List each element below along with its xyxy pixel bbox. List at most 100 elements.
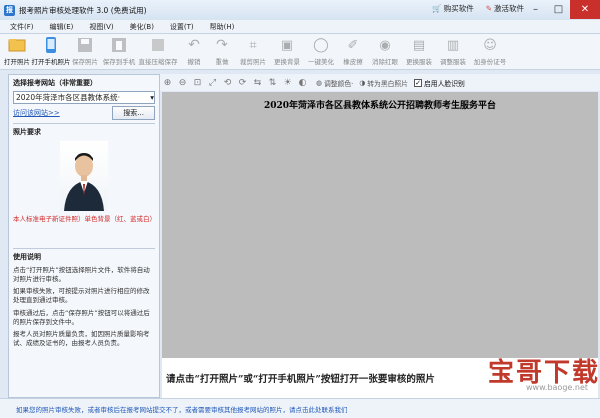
flip-vertical-icon[interactable]: ⇅ [265, 75, 280, 90]
change-background-icon: ▣ [280, 37, 294, 53]
image-toolbar: ⊕ ⊖ ⊡ ⤢ ⟲ ⟳ ⇆ ⇅ ☀ ◐ ◍ 调整颜色· ◑ 转为黑白照片 ✓ 启用人脸… [160, 74, 600, 91]
close-button[interactable]: ✕ [570, 0, 600, 19]
eraser-icon: ✐ [347, 37, 359, 53]
menu-settings[interactable]: 设置(T) [170, 22, 194, 32]
menu-bar: 文件(F) 编辑(E) 视图(V) 美化(B) 设置(T) 帮助(H) [0, 20, 600, 34]
cart-icon: 🛒 [432, 4, 442, 13]
buy-label: 购买软件 [443, 4, 474, 13]
crop-photo-label: 裁剪照片 [240, 58, 266, 66]
site-select-value: 2020年菏泽市各区县教体系统· [16, 93, 120, 102]
save-to-phone-button[interactable]: 保存到手机 [102, 34, 136, 69]
toolbar: 打开照片 打开手机照片 保存照片 保存到手机 直接压缩保存 ↶ 撤销 ↷ 重做 ⌗ 裁… [0, 34, 600, 70]
bw-icon: ◑ [359, 78, 366, 87]
adjust-clothes-label: 调整服装 [440, 58, 466, 66]
menu-help[interactable]: 帮助(H) [210, 22, 235, 32]
face-detect-label: 启用人脸识别 [424, 79, 465, 88]
menu-view[interactable]: 视图(V) [89, 22, 113, 32]
chevron-down-icon: ▾ [150, 93, 154, 102]
open-photo-button[interactable]: 打开照片 [0, 34, 34, 69]
change-clothes-button[interactable]: ▤ 更换服装 [402, 34, 436, 69]
divider [13, 123, 155, 124]
menu-edit[interactable]: 编辑(E) [50, 22, 74, 32]
photo-requirement-note: 本人标准电子新证件照）单色背景（红、蓝或白） [13, 215, 156, 223]
usage-heading: 使用说明 [13, 252, 41, 261]
buy-button[interactable]: 🛒 购买软件 [432, 3, 473, 14]
site-heading: 选择报考网站（非常重要） [13, 79, 97, 87]
left-panel: 选择报考网站（非常重要） 2020年菏泽市各区县教体系统· ▾ 访问该网站>> 搜… [8, 74, 160, 398]
maximize-button[interactable]: □ [547, 0, 570, 19]
checkbox-check-icon: ✓ [414, 78, 423, 87]
add-id-button[interactable]: ☺ 加身份证号 [470, 34, 510, 69]
search-button[interactable]: 搜索... [112, 106, 155, 120]
red-eye-button[interactable]: ◉ 消除红眼 [368, 34, 402, 69]
site-select[interactable]: 2020年菏泽市各区县教体系统· ▾ [13, 91, 155, 104]
usage-text: 审核通过后，点击“保存照片”按钮可以将通过后的照片保存到文件中。 [13, 308, 150, 326]
face-detect-checkbox[interactable]: ✓ 启用人脸识别 [414, 78, 465, 88]
save-photo-label: 保存照片 [72, 58, 98, 66]
title-bar: 报 报考照片审核处理软件 3.0 (免费试用) 🛒 购买软件 ✎ 激活软件 – □ … [0, 0, 600, 20]
key-icon: ✎ [485, 4, 492, 13]
open-phone-photo-button[interactable]: 打开手机照片 [32, 34, 71, 69]
actual-size-icon[interactable]: ⤢ [205, 75, 220, 90]
change-clothes-icon: ▤ [412, 37, 426, 53]
menu-beautify[interactable]: 美化(B) [130, 22, 154, 32]
fit-window-icon[interactable]: ⊡ [190, 75, 205, 90]
folder-open-icon [7, 36, 27, 54]
flip-horizontal-icon[interactable]: ⇆ [250, 75, 265, 90]
change-clothes-label: 更换服装 [406, 58, 432, 66]
app-icon: 报 [4, 4, 15, 16]
zoom-out-icon[interactable]: ⊖ [175, 75, 190, 90]
compress-save-button[interactable]: 直接压缩保存 [136, 34, 180, 69]
site-headline: 2020年菏泽市各区县教体系统公开招聘教师考生服务平台 [263, 101, 497, 111]
usage-text: 点击“打开照片”按钮选择照片文件，软件将自动对照片进行审核。 [13, 265, 150, 283]
divider [13, 247, 155, 249]
photo-heading: 照片要求 [13, 128, 41, 136]
phone-icon [41, 36, 61, 54]
open-photo-label: 打开照片 [4, 58, 30, 66]
crop-photo-button[interactable]: ⌗ 裁剪照片 [236, 34, 270, 69]
redo-button[interactable]: ↷ 重做 [208, 34, 236, 69]
palette-icon: ◍ [316, 78, 322, 87]
compress-save-label: 直接压缩保存 [138, 58, 178, 66]
visit-site-link[interactable]: 访问该网站>> [13, 108, 60, 118]
adjust-color-button[interactable]: ◍ 调整颜色· [316, 78, 353, 88]
beautify-button[interactable]: ◯ 一键美化 [304, 34, 338, 69]
watermark-url: www.baoge.net [526, 383, 588, 392]
minimize-button[interactable]: – [524, 0, 547, 19]
window-title: 报考照片审核处理软件 3.0 (免费试用) [19, 5, 147, 15]
save-icon [75, 36, 95, 54]
activate-label: 激活软件 [494, 4, 524, 13]
open-prompt-text: 请点击“打开照片”或“打开手机照片”按钮打开一张要审核的照片 [166, 374, 435, 385]
beautify-icon: ◯ [313, 37, 329, 53]
beautify-label: 一键美化 [308, 58, 334, 66]
save-phone-icon [109, 36, 129, 54]
add-id-label: 加身份证号 [473, 58, 507, 66]
to-bw-label: 转为黑白照片 [367, 79, 409, 88]
save-to-phone-label: 保存到手机 [102, 58, 136, 66]
add-id-icon: ☺ [483, 37, 497, 53]
save-photo-button[interactable]: 保存照片 [68, 34, 102, 69]
red-eye-label: 消除红眼 [372, 58, 398, 66]
to-bw-button[interactable]: ◑ 转为黑白照片 [359, 78, 408, 88]
menu-file[interactable]: 文件(F) [10, 22, 34, 32]
eraser-button[interactable]: ✐ 橡皮擦 [338, 34, 368, 69]
zoom-in-icon[interactable]: ⊕ [160, 75, 175, 90]
rotate-left-icon[interactable]: ⟲ [220, 75, 235, 90]
brightness-icon[interactable]: ☀ [280, 75, 295, 90]
contact-link[interactable]: 如果您的照片审核失败，或者审核后在报考网站提交不了，或者需要审核其他报考网站的照… [16, 404, 348, 414]
redo-label: 重做 [215, 58, 229, 66]
usage-text: 如果审核失败，可按提示对照片进行相应的修改处理直到通过审核。 [13, 287, 150, 305]
status-bar: 如果您的照片审核失败，或者审核后在报考网站提交不了，或者需要审核其他报考网站的照… [0, 398, 600, 418]
rotate-right-icon[interactable]: ⟳ [235, 75, 250, 90]
activate-button[interactable]: ✎ 激活软件 [486, 3, 524, 14]
change-background-label: 更换背景 [274, 58, 300, 66]
undo-label: 撤销 [187, 58, 201, 66]
change-background-button[interactable]: ▣ 更换背景 [270, 34, 304, 69]
sample-photo [60, 141, 108, 211]
crop-icon: ⌗ [249, 37, 257, 53]
adjust-clothes-icon: ▥ [446, 37, 460, 53]
undo-button[interactable]: ↶ 撤销 [180, 34, 208, 69]
adjust-clothes-button[interactable]: ▥ 调整服装 [436, 34, 470, 69]
usage-text: 报考人员对照片质量负责，如因照片质量影响考试、成绩及证书的，由报考人员负责。 [13, 330, 150, 348]
contrast-icon[interactable]: ◐ [295, 75, 310, 90]
